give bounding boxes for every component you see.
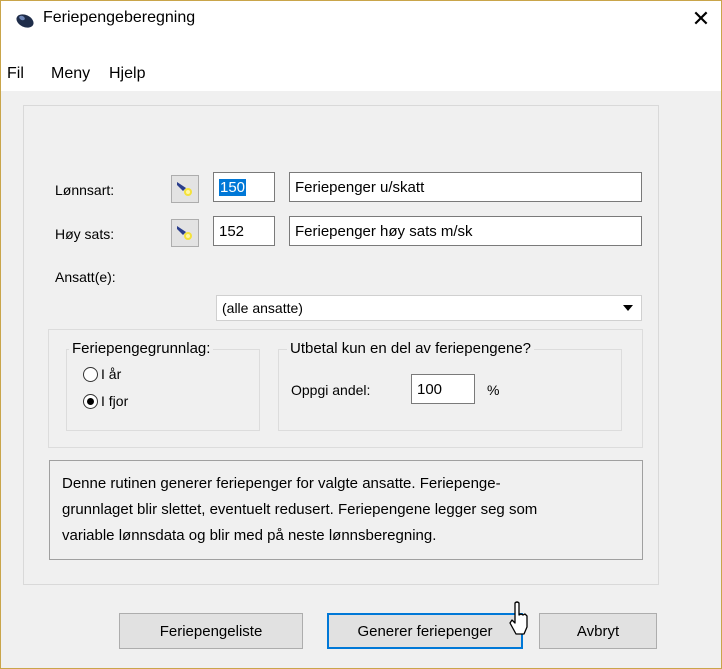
hoy-sats-lookup-button[interactable]	[171, 219, 199, 247]
lonnsart-lookup-button[interactable]	[171, 175, 199, 203]
menu-fil[interactable]: Fil	[7, 65, 24, 83]
description-line: variable lønnsdata og blir med på neste …	[62, 527, 437, 544]
description-box: Denne rutinen generer feriepenger for va…	[49, 460, 643, 560]
description-line: Denne rutinen generer feriepenger for va…	[62, 475, 501, 492]
radio-i-fjor-circle[interactable]	[83, 393, 98, 409]
feriepengeliste-button[interactable]: Feriepengeliste	[119, 613, 303, 649]
window-title: Feriepengeberegning	[43, 9, 196, 26]
menu-hjelp[interactable]: Hjelp	[109, 65, 145, 83]
grunnlag-groupbox: Feriepengegrunnlag: I år I fjor	[66, 340, 260, 431]
radio-i-fjor[interactable]: I fjor	[83, 393, 128, 409]
ansatte-select[interactable]: (alle ansatte)	[216, 295, 642, 321]
hoy-sats-label: Høy sats:	[55, 226, 115, 242]
radio-i-fjor-label: I fjor	[101, 393, 129, 409]
menu-meny[interactable]: Meny	[51, 65, 90, 83]
radio-i-ar-circle[interactable]	[83, 366, 98, 382]
andel-label: Oppgi andel:	[291, 382, 371, 398]
lookup-icon	[177, 226, 192, 240]
form-panel: Lønnsart: 150 Feriepenger u/skatt Høy sa…	[23, 105, 659, 585]
title-bar: Feriepengeberegning ✕	[1, 1, 721, 37]
radio-i-ar-label: I år	[101, 366, 122, 382]
lonnsart-description-input[interactable]: Feriepenger u/skatt	[289, 172, 642, 202]
ansatte-select-value: (alle ansatte)	[222, 300, 303, 316]
grunnlag-title: Feriepengegrunnlag:	[69, 340, 214, 357]
mouse-cursor-icon	[509, 601, 528, 635]
utbetal-title: Utbetal kun en del av feriepengene?	[287, 340, 535, 357]
hoy-sats-code-input[interactable]: 152	[213, 216, 275, 246]
generer-feriepenger-button[interactable]: Generer feriepenger	[327, 613, 523, 649]
client-area: Lønnsart: 150 Feriepenger u/skatt Høy sa…	[1, 91, 721, 668]
main-window: Feriepengeberegning ✕ Fil Meny Hjelp Løn…	[0, 0, 722, 669]
app-icon	[16, 14, 34, 28]
menu-bar: Fil Meny Hjelp	[1, 61, 721, 87]
ansatte-label: Ansatt(e):	[55, 269, 116, 285]
hoy-sats-description-input[interactable]: Feriepenger høy sats m/sk	[289, 216, 642, 246]
description-line: grunnlaget blir slettet, eventuelt redus…	[62, 501, 538, 518]
avbryt-button[interactable]: Avbryt	[539, 613, 657, 649]
andel-input[interactable]: 100	[411, 374, 475, 404]
lonnsart-label: Lønnsart:	[55, 182, 115, 198]
lonnsart-code-input[interactable]: 150	[213, 172, 275, 202]
percent-sign: %	[487, 382, 500, 398]
utbetal-groupbox: Utbetal kun en del av feriepengene? Oppg…	[278, 340, 622, 431]
close-icon[interactable]: ✕	[681, 1, 721, 37]
chevron-down-icon[interactable]	[623, 305, 633, 311]
radio-i-ar[interactable]: I år	[83, 366, 121, 382]
lookup-icon	[177, 182, 192, 196]
